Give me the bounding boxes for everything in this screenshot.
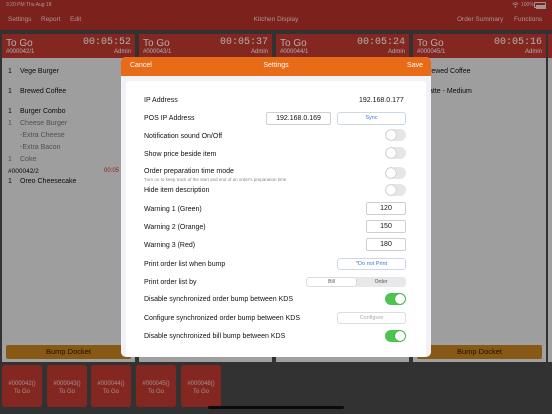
ip-address-value: 192.168.0.177 xyxy=(359,97,404,104)
prep-time-description: Turn on to keep track of the start and e… xyxy=(144,177,288,182)
modal-title: Settings xyxy=(263,62,289,69)
prep-time-label: Order preparation time mode xyxy=(144,168,234,175)
disable-sync-order-toggle[interactable] xyxy=(385,293,406,305)
warning-2-field[interactable]: 150 xyxy=(366,220,406,233)
pos-ip-label: POS IP Address xyxy=(144,115,195,122)
sync-button[interactable]: Sync xyxy=(337,112,406,125)
warning-1-label: Warning 1 (Green) xyxy=(144,206,202,213)
print-by-bill[interactable]: Bill xyxy=(307,278,356,286)
notification-toggle[interactable] xyxy=(385,129,406,141)
save-button[interactable]: Save xyxy=(407,62,423,69)
print-by-segmented[interactable]: Bill Order xyxy=(306,277,406,287)
modal-header: Cancel Settings Save xyxy=(121,57,431,76)
settings-list: IP Address 192.168.0.177 POS IP Address … xyxy=(126,81,426,357)
configure-button[interactable]: Configure xyxy=(337,312,406,324)
settings-modal: Cancel Settings Save IP Address 192.168.… xyxy=(121,57,431,357)
disable-sync-bill-toggle[interactable] xyxy=(385,330,406,342)
disable-sync-bill-label: Disable synchronized bill bump between K… xyxy=(144,333,286,340)
print-by-label: Print order list by xyxy=(144,279,197,286)
ip-address-label: IP Address xyxy=(144,97,178,104)
notification-label: Notification sound On/Off xyxy=(144,133,223,140)
prep-time-toggle[interactable] xyxy=(385,167,406,179)
print-by-order[interactable]: Order xyxy=(356,277,406,287)
warning-2-label: Warning 2 (Orange) xyxy=(144,224,206,231)
configure-sync-label: Configure synchronized order bump betwee… xyxy=(144,315,301,322)
show-price-label: Show price beside item xyxy=(144,151,217,158)
show-price-toggle[interactable] xyxy=(385,147,406,159)
pos-ip-field[interactable]: 192.168.0.169 xyxy=(266,112,331,125)
print-list-label: Print order list when bump xyxy=(144,261,226,268)
warning-1-field[interactable]: 120 xyxy=(366,202,406,215)
print-list-select[interactable]: *Do not Print xyxy=(337,258,406,270)
warning-3-label: Warning 3 (Red) xyxy=(144,242,196,249)
disable-sync-order-label: Disable synchronized order bump between … xyxy=(144,296,294,303)
hide-description-toggle[interactable] xyxy=(385,184,406,196)
warning-3-field[interactable]: 180 xyxy=(366,238,406,251)
hide-description-label: Hide item description xyxy=(144,187,210,194)
